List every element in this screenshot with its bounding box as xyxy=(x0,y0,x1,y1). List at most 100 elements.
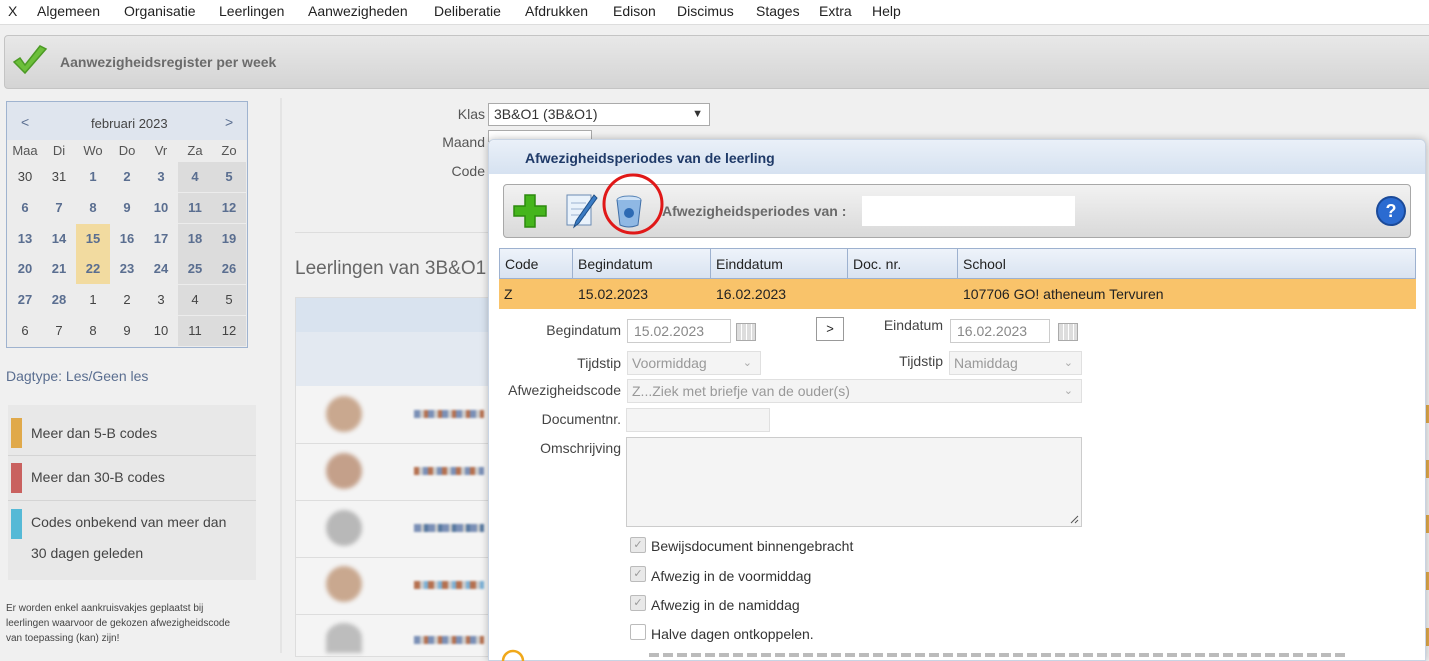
student-row[interactable] xyxy=(326,623,362,653)
calendar-day[interactable]: 4 xyxy=(178,162,212,192)
avatar xyxy=(326,566,362,602)
menu-extra[interactable]: Extra xyxy=(819,3,852,19)
calendar-weekday: Maa xyxy=(12,143,38,158)
begindatum-input[interactable]: 15.02.2023 xyxy=(627,319,731,343)
student-row[interactable] xyxy=(326,510,362,546)
checkmark-icon xyxy=(12,45,48,75)
calendar-day[interactable]: 19 xyxy=(212,224,246,254)
calendar-day[interactable]: 10 xyxy=(144,193,178,223)
einddatum-input[interactable]: 16.02.2023 xyxy=(950,319,1050,343)
calendar-day[interactable]: 27 xyxy=(8,285,42,315)
calendar-day[interactable]: 21 xyxy=(42,254,76,284)
documentnr-input[interactable] xyxy=(626,408,770,432)
calendar-day[interactable]: 25 xyxy=(178,254,212,284)
calendar-day[interactable]: 2 xyxy=(110,162,144,192)
student-name-field xyxy=(862,196,1075,226)
calendar-day[interactable]: 4 xyxy=(178,285,212,315)
omschrijving-textarea[interactable] xyxy=(626,437,1082,527)
menu-leerlingen[interactable]: Leerlingen xyxy=(219,3,284,19)
voormiddag-label: Afwezig in de voormiddag xyxy=(651,568,812,584)
halve-dagen-checkbox[interactable] xyxy=(630,624,646,640)
column-header-docnr[interactable]: Doc. nr. xyxy=(848,248,958,279)
footnote-line: Er worden enkel aankruisvakjes geplaatst… xyxy=(6,603,204,614)
calendar-prev-button[interactable]: < xyxy=(21,114,29,130)
menu-stages[interactable]: Stages xyxy=(756,3,800,19)
menu-bar: X Algemeen Organisatie Leerlingen Aanwez… xyxy=(0,0,1429,25)
calendar-day[interactable]: 1 xyxy=(76,162,110,192)
calendar-day[interactable]: 7 xyxy=(42,193,76,223)
calendar-day[interactable]: 8 xyxy=(76,316,110,346)
student-table-header xyxy=(296,298,489,332)
help-icon[interactable]: ? xyxy=(1375,195,1407,227)
menu-afdrukken[interactable]: Afdrukken xyxy=(525,3,588,19)
calendar-day[interactable]: 6 xyxy=(8,316,42,346)
calendar-icon[interactable] xyxy=(736,323,756,341)
calendar-day[interactable]: 3 xyxy=(144,285,178,315)
calendar-day[interactable]: 28 xyxy=(42,285,76,315)
add-icon[interactable] xyxy=(512,193,548,229)
menu-discimus[interactable]: Discimus xyxy=(677,3,734,19)
calendar-day[interactable]: 30 xyxy=(8,162,42,192)
column-header-begindatum[interactable]: Begindatum xyxy=(573,248,711,279)
menu-help[interactable]: Help xyxy=(872,3,901,19)
calendar-day[interactable]: 24 xyxy=(144,254,178,284)
calendar-day[interactable]: 10 xyxy=(144,316,178,346)
resize-handle-icon[interactable] xyxy=(1069,514,1079,524)
calendar-day[interactable]: 22 xyxy=(76,254,110,284)
calendar-day[interactable]: 5 xyxy=(212,285,246,315)
student-row[interactable] xyxy=(326,453,362,489)
calendar-day[interactable]: 1 xyxy=(76,285,110,315)
column-header-einddatum[interactable]: Einddatum xyxy=(711,248,848,279)
code-label: Code xyxy=(451,163,485,179)
calendar-day[interactable]: 26 xyxy=(212,254,246,284)
calendar-day[interactable]: 6 xyxy=(8,193,42,223)
menu-edison[interactable]: Edison xyxy=(613,3,656,19)
calendar-next-button[interactable]: > xyxy=(225,114,233,130)
calendar-day[interactable]: 16 xyxy=(110,224,144,254)
namiddag-checkbox[interactable]: ✓ xyxy=(630,595,646,611)
menu-algemeen[interactable]: Algemeen xyxy=(37,3,100,19)
calendar-day[interactable]: 11 xyxy=(178,316,212,346)
edit-icon[interactable] xyxy=(564,191,598,229)
tijdstip-begin-select[interactable]: Voormiddag ⌄ xyxy=(627,351,761,375)
tijdstip-eind-value: Namiddag xyxy=(954,355,1018,371)
begindatum-label: Begindatum xyxy=(546,322,621,338)
menu-deliberatie[interactable]: Deliberatie xyxy=(434,3,501,19)
calendar-day[interactable]: 3 xyxy=(144,162,178,192)
voormiddag-checkbox[interactable]: ✓ xyxy=(630,566,646,582)
avatar xyxy=(326,396,362,432)
calendar-day[interactable]: 18 xyxy=(178,224,212,254)
calendar-day[interactable]: 9 xyxy=(110,316,144,346)
copy-date-button[interactable]: > xyxy=(816,317,844,341)
column-header-code[interactable]: Code xyxy=(499,248,573,279)
calendar-day[interactable]: 23 xyxy=(110,254,144,284)
calendar-day[interactable]: 7 xyxy=(42,316,76,346)
tijdstip-eind-select[interactable]: Namiddag ⌄ xyxy=(949,351,1082,375)
bewijsdocument-checkbox[interactable]: ✓ xyxy=(630,537,646,553)
calendar-day[interactable]: 12 xyxy=(212,193,246,223)
column-header-school[interactable]: School xyxy=(958,248,1416,279)
calendar-day[interactable]: 13 xyxy=(8,224,42,254)
calendar-day[interactable]: 14 xyxy=(42,224,76,254)
halve-dagen-label: Halve dagen ontkoppelen. xyxy=(651,626,814,642)
avatar xyxy=(326,453,362,489)
student-row[interactable] xyxy=(326,566,362,602)
calendar-day[interactable]: 2 xyxy=(110,285,144,315)
klas-select[interactable]: 3B&O1 (3B&O1) ▼ xyxy=(488,103,710,126)
calendar-day[interactable]: 15 xyxy=(76,224,110,254)
menu-close[interactable]: X xyxy=(8,3,17,19)
dialog-toolbar: Afwezigheidsperiodes van : ? xyxy=(503,173,1411,238)
calendar-day[interactable]: 11 xyxy=(178,193,212,223)
menu-aanwezigheden[interactable]: Aanwezigheden xyxy=(308,3,408,19)
calendar-day[interactable]: 31 xyxy=(42,162,76,192)
student-row[interactable] xyxy=(326,396,362,432)
calendar-day[interactable]: 5 xyxy=(212,162,246,192)
calendar-day[interactable]: 9 xyxy=(110,193,144,223)
calendar-day[interactable]: 12 xyxy=(212,316,246,346)
calendar-day[interactable]: 20 xyxy=(8,254,42,284)
menu-organisatie[interactable]: Organisatie xyxy=(124,3,196,19)
afwezigheidscode-select[interactable]: Z...Ziek met briefje van de ouder(s) ⌄ xyxy=(627,379,1082,403)
calendar-day[interactable]: 8 xyxy=(76,193,110,223)
calendar-icon[interactable] xyxy=(1058,323,1078,341)
calendar-day[interactable]: 17 xyxy=(144,224,178,254)
